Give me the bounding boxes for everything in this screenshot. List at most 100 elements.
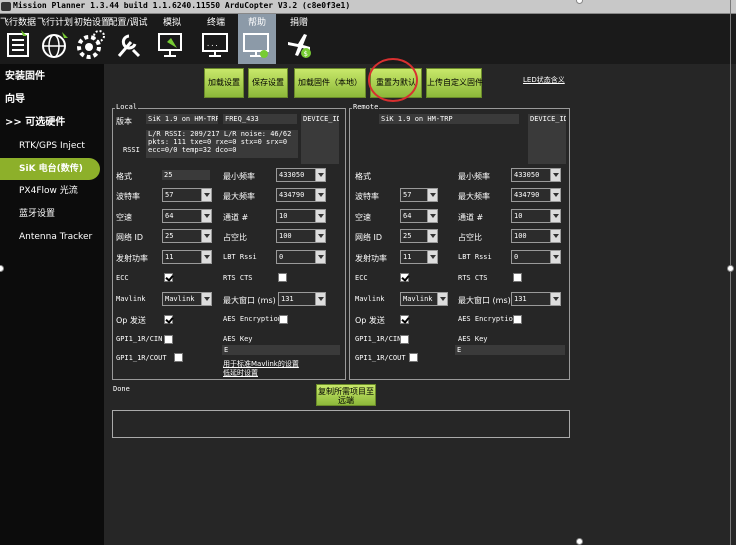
local-ecc-checkbox[interactable] (164, 273, 173, 282)
toolbar-flight-plan[interactable]: 飞行计划 (37, 14, 73, 64)
sidebar-item-install-firmware[interactable]: 安装固件 (0, 66, 104, 88)
remote-max-freq-select[interactable]: 434790 (511, 188, 561, 202)
local-air-speed-select[interactable]: 64 (162, 209, 212, 223)
version-label: 版本 (116, 117, 132, 126)
chevron-down-icon (550, 293, 560, 305)
toolbar-simulation[interactable]: 模拟 (150, 14, 194, 64)
remote-gpi1-cin-checkbox[interactable] (400, 335, 409, 344)
chevron-down-icon (201, 210, 211, 222)
rssi-label: RSSI (123, 146, 140, 154)
aes-key-label: AES Key (223, 335, 253, 343)
sidebar-item-bluetooth[interactable]: 蓝牙设置 (0, 203, 104, 225)
local-air-speed: 64 (165, 212, 174, 220)
baud-label: 波特率 (116, 192, 140, 201)
remote-aes-key-field[interactable]: E (455, 345, 565, 355)
local-panel-title: Local (115, 103, 139, 111)
sidebar-item-rtk-gps[interactable]: RTK/GPS Inject (0, 135, 104, 157)
air-speed-label: 空速 (116, 213, 132, 222)
tx-power-label: 发射功率 (116, 254, 148, 263)
title-bar: Mission Planner 1.3.44 build 1.1.6240.11… (0, 0, 736, 14)
remote-channels: 10 (514, 212, 523, 220)
local-channels-select[interactable]: 10 (276, 209, 326, 223)
remote-air-speed-select[interactable]: 64 (400, 209, 438, 223)
resize-handle-right[interactable] (727, 265, 734, 272)
toolbar-terminal[interactable]: 终端 ... (196, 14, 236, 64)
remote-aes-encryption-checkbox[interactable] (513, 315, 522, 324)
initial-setup-icon (77, 30, 105, 59)
remote-rts-cts-checkbox[interactable] (513, 273, 522, 282)
remote-min-freq: 433050 (514, 171, 540, 179)
remote-gpi1-cout-checkbox[interactable] (409, 353, 418, 362)
remote-channels-select[interactable]: 10 (511, 209, 561, 223)
local-version: SiK 1.9 on HM-TRP (146, 114, 218, 124)
chevron-down-icon (315, 189, 325, 201)
remote-min-freq-select[interactable]: 433050 (511, 168, 561, 182)
chevron-down-icon (315, 293, 325, 305)
sidebar: 安装固件 向导 >> 可选硬件 RTK/GPS Inject SiK 电台(数传… (0, 64, 104, 545)
local-max-window-select[interactable]: 131 (278, 292, 326, 306)
sidebar-item-antenna-tracker[interactable]: Antenna Tracker (0, 226, 104, 248)
local-baud-select[interactable]: 57 (162, 188, 212, 202)
copy-required-to-remote-button[interactable]: 复制所需项目至 远端 (316, 384, 376, 406)
chevron-down-icon (427, 230, 437, 242)
aes-encryption-label: AES Encryption (223, 315, 283, 323)
remote-duty-label: 占空比 (458, 233, 482, 242)
remote-ecc-checkbox[interactable] (400, 273, 409, 282)
local-max-freq-select[interactable]: 434790 (276, 188, 326, 202)
max-freq-label: 最大频率 (223, 192, 255, 201)
toolbar-label: 飞行计划 (37, 18, 74, 28)
local-rts-cts-checkbox[interactable] (278, 273, 287, 282)
local-mavlink-select[interactable]: Mavlink (162, 292, 212, 306)
toolbar-help[interactable]: 帮助 (238, 14, 276, 64)
remote-op-resend-checkbox[interactable] (400, 315, 409, 324)
toolbar-flight-data[interactable]: 飞行数据 (0, 14, 36, 64)
terminal-icon: ... (202, 33, 228, 57)
window-title: Mission Planner 1.3.44 build 1.1.6240.11… (13, 1, 351, 10)
local-min-freq-select[interactable]: 433050 (276, 168, 326, 182)
remote-net-id-select[interactable]: 25 (400, 229, 438, 243)
toolbar-config-tuning[interactable]: 配置/调试 (108, 14, 148, 64)
local-aes-key-field[interactable]: E (222, 345, 340, 355)
local-gpi1-cin-checkbox[interactable] (164, 335, 173, 344)
upload-custom-firmware-button[interactable]: 上传自定义固件 (426, 68, 483, 98)
toolbar-label: 帮助 (247, 18, 266, 28)
load-firmware-local-button[interactable]: 加载固件（本地） (294, 68, 366, 98)
remote-max-window-select[interactable]: 131 (511, 292, 561, 306)
local-lbt-select[interactable]: 0 (276, 250, 326, 264)
sidebar-item-wizard[interactable]: 向导 (0, 89, 104, 111)
remote-baud-select[interactable]: 57 (400, 188, 438, 202)
local-max-window: 131 (281, 295, 294, 303)
local-aes-encryption-checkbox[interactable] (279, 315, 288, 324)
local-net-id-select[interactable]: 25 (162, 229, 212, 243)
chevron-down-icon (201, 189, 211, 201)
local-op-resend-checkbox[interactable] (164, 315, 173, 324)
remote-mavlink-select[interactable]: Mavlink (400, 292, 448, 306)
local-gpi1-cout-checkbox[interactable] (174, 353, 183, 362)
sidebar-item-sik-radio[interactable]: SiK 电台(数传) (0, 158, 100, 180)
remote-lbt-select[interactable]: 0 (511, 250, 561, 264)
remote-device-id: DEVICE_ID_HM_TRP (528, 114, 566, 164)
remote-tx-power: 11 (403, 253, 412, 261)
local-duty-select[interactable]: 100 (276, 229, 326, 243)
sidebar-item-optional-hardware[interactable]: >> 可选硬件 (0, 112, 104, 134)
sidebar-item-px4flow[interactable]: PX4Flow 光流 (0, 180, 104, 202)
local-lbt: 0 (279, 253, 284, 261)
remote-duty-select[interactable]: 100 (511, 229, 561, 243)
save-settings-button[interactable]: 保存设置 (248, 68, 288, 98)
local-tx-power-select[interactable]: 11 (162, 250, 212, 264)
load-settings-button[interactable]: 加载设置 (204, 68, 244, 98)
max-window-label: 最大窗口 (ms) (223, 296, 276, 305)
resize-handle-bottom[interactable] (576, 538, 583, 545)
low-latency-settings-link[interactable]: 低延时设置 (223, 368, 258, 378)
led-status-link[interactable]: LED状态含义 (523, 75, 565, 85)
remote-tx-power-select[interactable]: 11 (400, 250, 438, 264)
toolbar-initial-setup[interactable]: 初始设置 (74, 14, 110, 64)
highlight-circle (368, 58, 418, 102)
remote-max-freq: 434790 (514, 191, 540, 199)
remote-min-freq-label: 最小频率 (458, 172, 490, 181)
remote-rts-cts-label: RTS CTS (458, 274, 488, 282)
remote-ecc-label: ECC (355, 274, 368, 282)
chevron-down-icon (315, 230, 325, 242)
flight-data-icon (7, 30, 29, 57)
toolbar-donate[interactable]: 捐赠 $ (280, 14, 318, 64)
